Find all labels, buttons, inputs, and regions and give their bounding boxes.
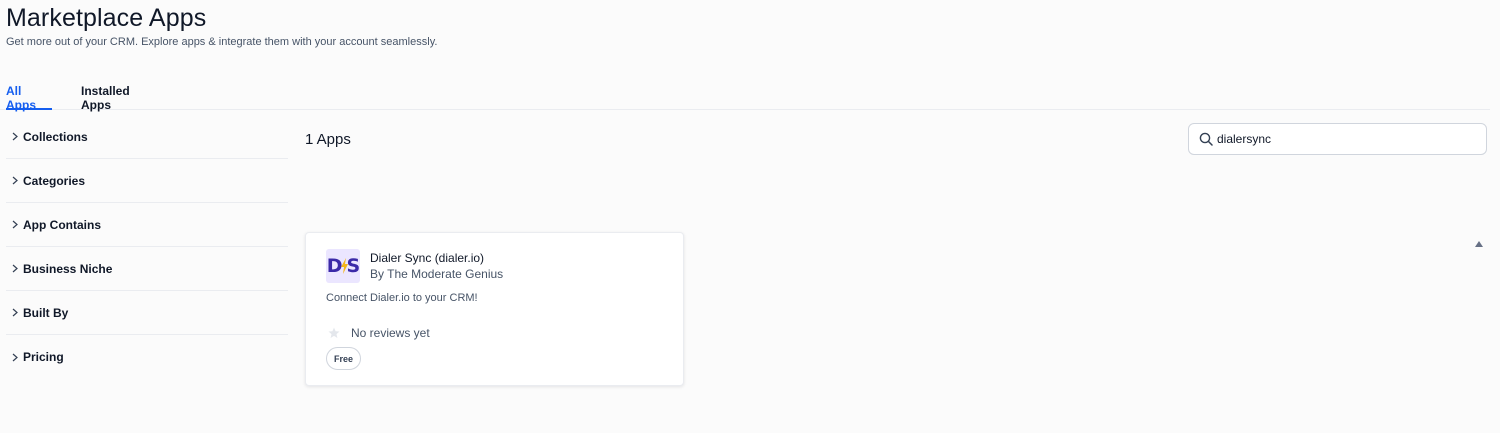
chevron-right-icon: [6, 353, 23, 362]
filter-app-contains[interactable]: App Contains: [6, 203, 288, 247]
filter-built-by[interactable]: Built By: [6, 291, 288, 335]
chevron-right-icon: [6, 132, 23, 141]
filter-label: Built By: [23, 305, 69, 320]
logo-letter-left: D: [326, 255, 343, 277]
filter-label: Pricing: [23, 350, 64, 364]
chevron-right-icon: [6, 220, 23, 229]
page-subtitle: Get more out of your CRM. Explore apps &…: [6, 36, 438, 48]
filter-label: Categories: [23, 173, 86, 188]
reviews-text: No reviews yet: [351, 326, 430, 340]
app-name: Dialer Sync (dialer.io): [370, 251, 485, 265]
app-card[interactable]: D S Dialer Sync (dialer.io) By The Moder…: [305, 232, 684, 386]
filter-label: Business Niche: [23, 261, 113, 276]
scroll-up-button[interactable]: [1474, 235, 1484, 247]
app-logo: D S: [326, 249, 360, 283]
price-badge: Free: [326, 347, 362, 370]
filter-sidebar: Collections Categories App Contains Busi…: [6, 115, 288, 379]
search-icon: [1199, 132, 1213, 146]
logo-letter-right: S: [346, 255, 361, 277]
chevron-right-icon: [6, 308, 23, 317]
chevron-right-icon: [6, 264, 23, 273]
page-title: Marketplace Apps: [6, 4, 207, 32]
filter-label: App Contains: [23, 217, 101, 232]
filter-business-niche[interactable]: Business Niche: [6, 247, 288, 291]
results-count: 1 Apps: [305, 131, 351, 148]
star-icon: [328, 326, 340, 344]
app-author: By The Moderate Genius: [370, 267, 504, 281]
tab-all-apps[interactable]: All Apps: [6, 84, 52, 112]
filter-label: Collections: [23, 129, 88, 144]
filter-pricing[interactable]: Pricing: [6, 335, 288, 379]
chevron-right-icon: [6, 176, 23, 185]
tab-bar: All Apps Installed Apps: [0, 84, 1490, 112]
app-description: Connect Dialer.io to your CRM!: [326, 292, 478, 304]
filter-categories[interactable]: Categories: [6, 159, 288, 203]
filter-collections[interactable]: Collections: [6, 115, 288, 159]
search-box[interactable]: [1188, 123, 1487, 155]
search-input[interactable]: [1217, 132, 1477, 146]
tab-installed-apps[interactable]: Installed Apps: [81, 84, 161, 112]
caret-up-icon: [1475, 241, 1483, 247]
